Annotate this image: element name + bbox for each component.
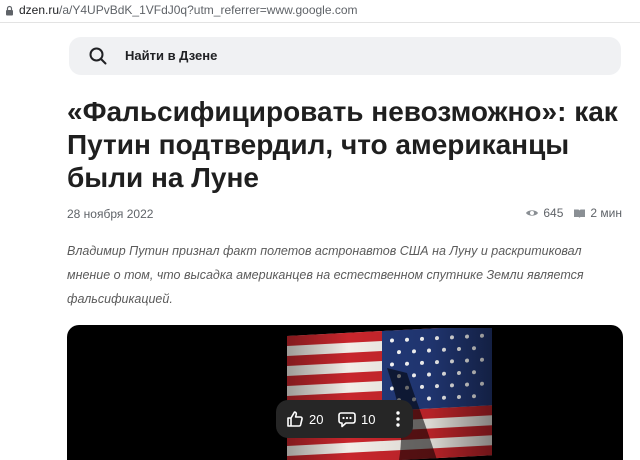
eye-icon xyxy=(526,210,539,216)
comment-count: 10 xyxy=(361,411,376,427)
reaction-bar: 20 10 xyxy=(276,400,413,438)
views-stat: 645 xyxy=(525,206,563,220)
publish-date: 28 ноября 2022 xyxy=(67,207,154,221)
url-domain: dzen.ru xyxy=(19,3,60,17)
views-count: 645 xyxy=(543,206,564,220)
lock-icon xyxy=(6,5,13,16)
article: «Фальсифицировать невозможно»: как Путин… xyxy=(0,85,640,460)
comment-icon xyxy=(338,411,356,427)
read-time-stat: 2 мин xyxy=(573,206,622,220)
article-stats: 645 2 мин xyxy=(525,206,622,220)
search-input[interactable]: Найти в Дзене xyxy=(69,37,621,75)
search-icon xyxy=(89,47,107,65)
article-title: «Фальсифицировать невозможно»: как Путин… xyxy=(67,96,618,193)
read-time: 2 мин xyxy=(590,206,622,220)
url-path: /a/Y4UPvBdK_1VFdJ0q?utm_referrer=www.goo… xyxy=(59,3,358,17)
thumb-up-icon xyxy=(287,411,303,427)
site-header: Найти в Дзене xyxy=(0,23,640,85)
article-lead: Владимир Путин признал факт полетов астр… xyxy=(67,244,584,306)
like-count: 20 xyxy=(309,411,324,427)
comments-button[interactable]: 10 xyxy=(338,400,375,438)
search-label: Найти в Дзене xyxy=(125,48,218,63)
address-bar[interactable]: dzen.ru/a/Y4UPvBdK_1VFdJ0q?utm_referrer=… xyxy=(0,0,640,23)
book-icon xyxy=(574,209,586,218)
more-vertical-icon xyxy=(396,411,400,427)
american-flag-image xyxy=(287,328,492,460)
more-button[interactable] xyxy=(392,400,404,438)
url-text[interactable]: dzen.ru/a/Y4UPvBdK_1VFdJ0q?utm_referrer=… xyxy=(19,3,358,17)
article-image[interactable] xyxy=(67,325,623,460)
like-button[interactable]: 20 xyxy=(286,400,323,438)
